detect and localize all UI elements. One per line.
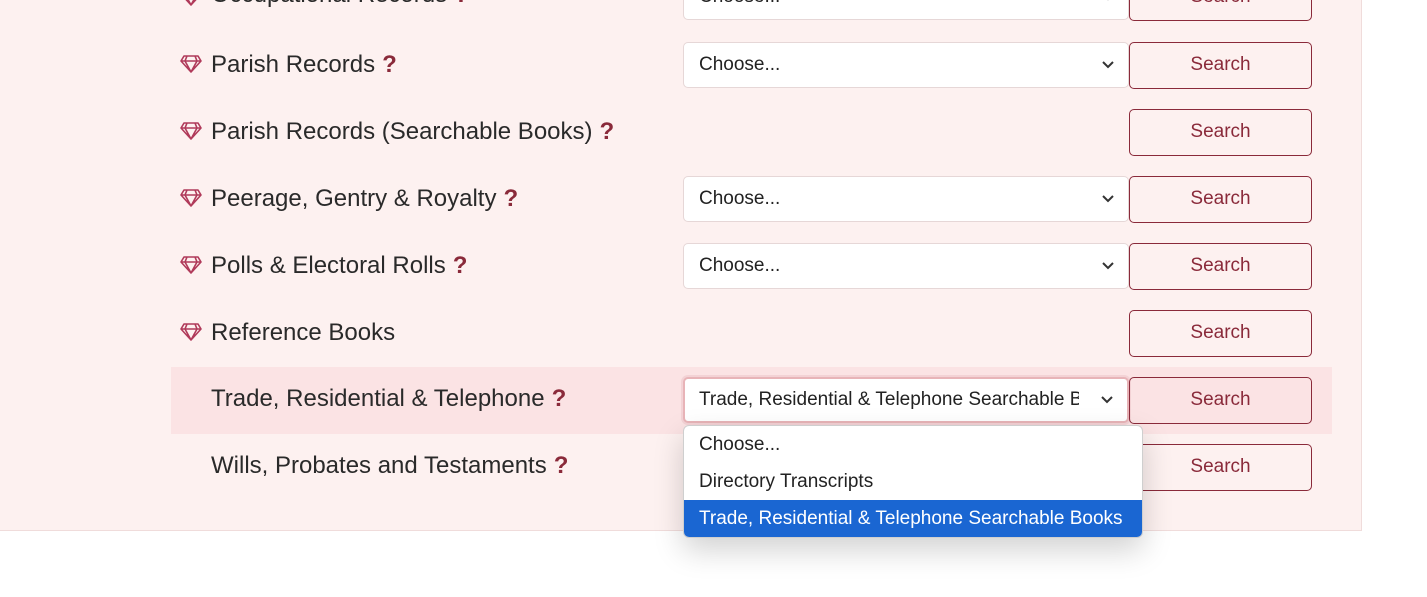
- gem-icon: [180, 55, 202, 73]
- help-icon[interactable]: ?: [600, 118, 615, 145]
- search-button[interactable]: Search: [1129, 176, 1312, 223]
- record-row-peerage: Peerage, Gentry & Royalty? Choose... Sea…: [171, 165, 1332, 232]
- record-label: Parish Records (Searchable Books)?: [211, 118, 615, 145]
- record-row-occupational: Occupational Records? Choose... Search: [171, 0, 1332, 31]
- record-row-parish: Parish Records? Choose... Search: [171, 31, 1332, 98]
- search-button[interactable]: Search: [1129, 444, 1312, 491]
- record-label: Occupational Records?: [211, 0, 469, 10]
- record-row-parish-books: Parish Records (Searchable Books)? Searc…: [171, 98, 1332, 165]
- gem-icon: [180, 323, 202, 341]
- help-icon[interactable]: ?: [552, 385, 567, 412]
- record-row-reference-books: Reference Books Search: [171, 299, 1332, 366]
- help-icon[interactable]: ?: [554, 452, 569, 479]
- record-type-select[interactable]: Choose...: [683, 243, 1129, 289]
- chevron-down-icon: [1101, 396, 1113, 404]
- gem-icon: [180, 122, 202, 140]
- dropdown-option-selected[interactable]: Trade, Residential & Telephone Searchabl…: [684, 500, 1142, 537]
- chevron-down-icon: [1102, 262, 1114, 270]
- record-row-polls: Polls & Electoral Rolls? Choose... Searc…: [171, 232, 1332, 299]
- record-label: Trade, Residential & Telephone?: [211, 385, 567, 412]
- record-label: Wills, Probates and Testaments?: [211, 452, 569, 479]
- chevron-down-icon: [1102, 61, 1114, 69]
- gem-icon: [180, 189, 202, 207]
- help-icon[interactable]: ?: [503, 185, 518, 212]
- record-type-dropdown-list: Choose... Directory Transcripts Trade, R…: [683, 425, 1143, 538]
- search-button[interactable]: Search: [1129, 0, 1312, 21]
- search-button[interactable]: Search: [1129, 109, 1312, 156]
- record-row-trade: Trade, Residential & Telephone? Trade, R…: [171, 367, 1332, 434]
- search-button[interactable]: Search: [1129, 243, 1312, 290]
- record-type-select[interactable]: Choose...: [683, 0, 1129, 20]
- help-icon[interactable]: ?: [453, 252, 468, 279]
- record-label: Reference Books: [211, 319, 396, 346]
- record-label: Polls & Electoral Rolls?: [211, 252, 468, 279]
- chevron-down-icon: [1102, 195, 1114, 203]
- dropdown-option[interactable]: Choose...: [684, 426, 1142, 463]
- search-panel: Occupational Records? Choose... Search P…: [0, 0, 1362, 531]
- gem-icon: [180, 256, 202, 274]
- search-button[interactable]: Search: [1129, 377, 1312, 424]
- record-type-select[interactable]: Choose...: [683, 42, 1129, 88]
- chevron-down-icon: [1107, 0, 1109, 1]
- search-button[interactable]: Search: [1129, 42, 1312, 89]
- record-label: Parish Records?: [211, 51, 397, 78]
- record-label: Peerage, Gentry & Royalty?: [211, 185, 519, 212]
- search-button[interactable]: Search: [1129, 310, 1312, 357]
- dropdown-option[interactable]: Directory Transcripts: [684, 463, 1142, 500]
- help-icon[interactable]: ?: [382, 51, 397, 78]
- gem-icon: [185, 0, 197, 6]
- help-icon[interactable]: ?: [454, 0, 469, 8]
- record-type-select[interactable]: Trade, Residential & Telephone Searchabl…: [683, 377, 1129, 423]
- record-type-select[interactable]: Choose...: [683, 176, 1129, 222]
